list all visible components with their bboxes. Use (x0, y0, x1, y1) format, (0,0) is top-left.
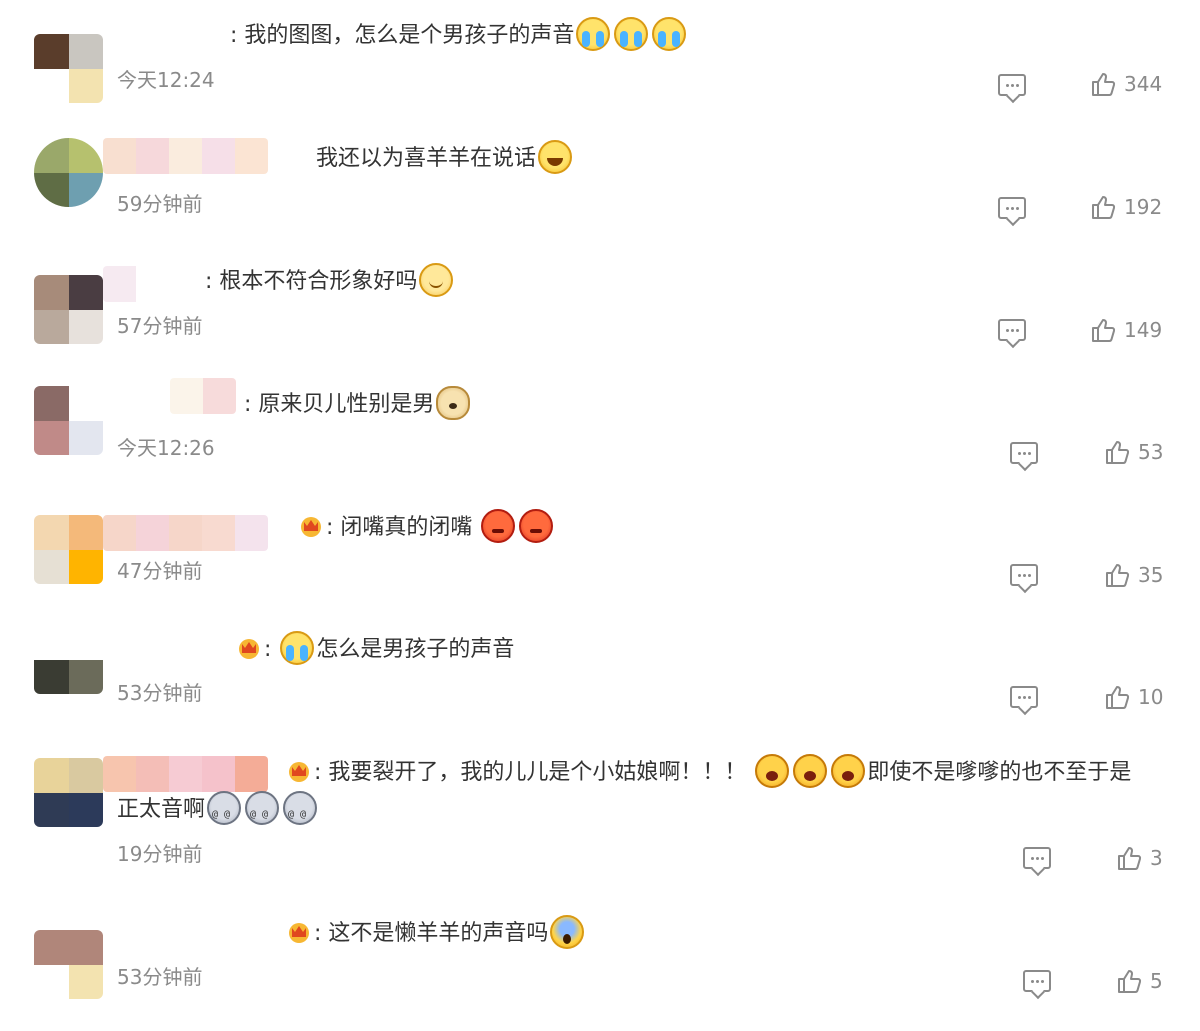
comment-text: : 根本不符合形象好吗 (205, 263, 455, 300)
like-button[interactable]: 5 (1116, 968, 1163, 994)
like-count: 10 (1138, 685, 1164, 709)
comment-time: 今天12:24 (117, 68, 215, 92)
fan-badge-icon (286, 759, 312, 783)
crying-emoji-icon (576, 17, 611, 51)
comment-time: 19分钟前 (117, 842, 203, 866)
like-count: 192 (1124, 195, 1163, 219)
crying-emoji-icon (652, 17, 687, 51)
avatar[interactable] (34, 275, 103, 344)
thumbs-up-icon (1106, 441, 1130, 464)
avatar[interactable] (34, 386, 103, 455)
thumbs-up-icon (1092, 196, 1116, 219)
reply-icon[interactable] (998, 319, 1026, 341)
comment-text: 我还以为喜羊羊在说话 (316, 140, 574, 177)
like-count: 3 (1150, 846, 1163, 870)
reply-icon[interactable] (1023, 847, 1051, 869)
comment-text: : 我的图图，怎么是个男孩子的声音 (230, 17, 688, 54)
avatar[interactable] (34, 625, 103, 694)
like-button[interactable]: 344 (1090, 71, 1162, 97)
thumbs-up-icon (1106, 686, 1130, 709)
comment-text: : 我要裂开了，我的儿儿是个小姑娘啊！！！ 即使不是嗲嗲的也不至于是 (286, 754, 1131, 791)
username-blurred[interactable] (103, 756, 268, 792)
avatar[interactable] (34, 758, 103, 827)
comment-text: : 原来贝儿性别是男 (244, 386, 472, 423)
thumbs-up-icon (1092, 319, 1116, 342)
like-button[interactable]: 149 (1090, 317, 1162, 343)
fan-badge-icon (298, 514, 324, 538)
reply-icon[interactable] (998, 197, 1026, 219)
fan-badge-icon (236, 636, 262, 660)
thumbs-up-icon (1106, 564, 1130, 587)
comment-text: : 这不是懒羊羊的声音吗 (286, 915, 586, 952)
dizzy-emoji-icon (245, 791, 280, 833)
comment-text-continued: 正太音啊 (117, 791, 319, 833)
shouting-emoji-icon (831, 754, 866, 788)
reply-icon[interactable] (1023, 970, 1051, 992)
like-button[interactable]: 192 (1090, 194, 1162, 220)
username-blurred[interactable] (170, 378, 236, 414)
reply-icon[interactable] (1010, 442, 1038, 464)
angry-emoji-icon (481, 509, 516, 543)
comment-time: 53分钟前 (117, 965, 203, 989)
thumbs-up-icon (1118, 847, 1142, 870)
comment-text: : 闭嘴真的闭嘴 (298, 509, 555, 546)
comment-text: : 怎么是男孩子的声音 (236, 631, 514, 668)
comment-time: 57分钟前 (117, 314, 203, 338)
avatar[interactable] (34, 34, 103, 103)
thumbs-up-icon (1118, 970, 1142, 993)
like-count: 149 (1124, 318, 1163, 342)
shouting-emoji-icon (755, 754, 790, 788)
like-count: 53 (1138, 440, 1164, 464)
smiling-emoji-icon (419, 263, 454, 297)
username-blurred[interactable] (103, 266, 169, 302)
dizzy-emoji-icon (283, 791, 318, 833)
comment-time: 59分钟前 (117, 192, 203, 216)
avatar[interactable] (34, 930, 103, 999)
angry-emoji-icon (519, 509, 554, 543)
comment-time: 47分钟前 (117, 559, 203, 583)
scared-emoji-icon (550, 915, 585, 949)
laughing-emoji-icon (538, 140, 573, 174)
like-button[interactable]: 10 (1104, 684, 1163, 710)
comment-time: 今天12:26 (117, 436, 215, 460)
fan-badge-icon (286, 920, 312, 944)
avatar[interactable] (34, 138, 103, 207)
reply-icon[interactable] (998, 74, 1026, 96)
thumbs-up-icon (1092, 73, 1116, 96)
like-button[interactable]: 3 (1116, 845, 1163, 871)
dizzy-emoji-icon (207, 791, 242, 833)
username-blurred[interactable] (103, 138, 268, 174)
reply-icon[interactable] (1010, 564, 1038, 586)
avatar[interactable] (34, 515, 103, 584)
like-count: 35 (1138, 563, 1164, 587)
like-button[interactable]: 35 (1104, 562, 1163, 588)
reply-icon[interactable] (1010, 686, 1038, 708)
like-button[interactable]: 53 (1104, 439, 1163, 465)
username-blurred[interactable] (103, 515, 268, 551)
crying-emoji-icon (614, 17, 649, 51)
like-count: 344 (1124, 72, 1163, 96)
crying-emoji-icon (280, 631, 315, 665)
like-count: 5 (1150, 969, 1163, 993)
comment-time: 53分钟前 (117, 681, 203, 705)
doge-emoji-icon (436, 386, 471, 420)
shouting-emoji-icon (793, 754, 828, 788)
